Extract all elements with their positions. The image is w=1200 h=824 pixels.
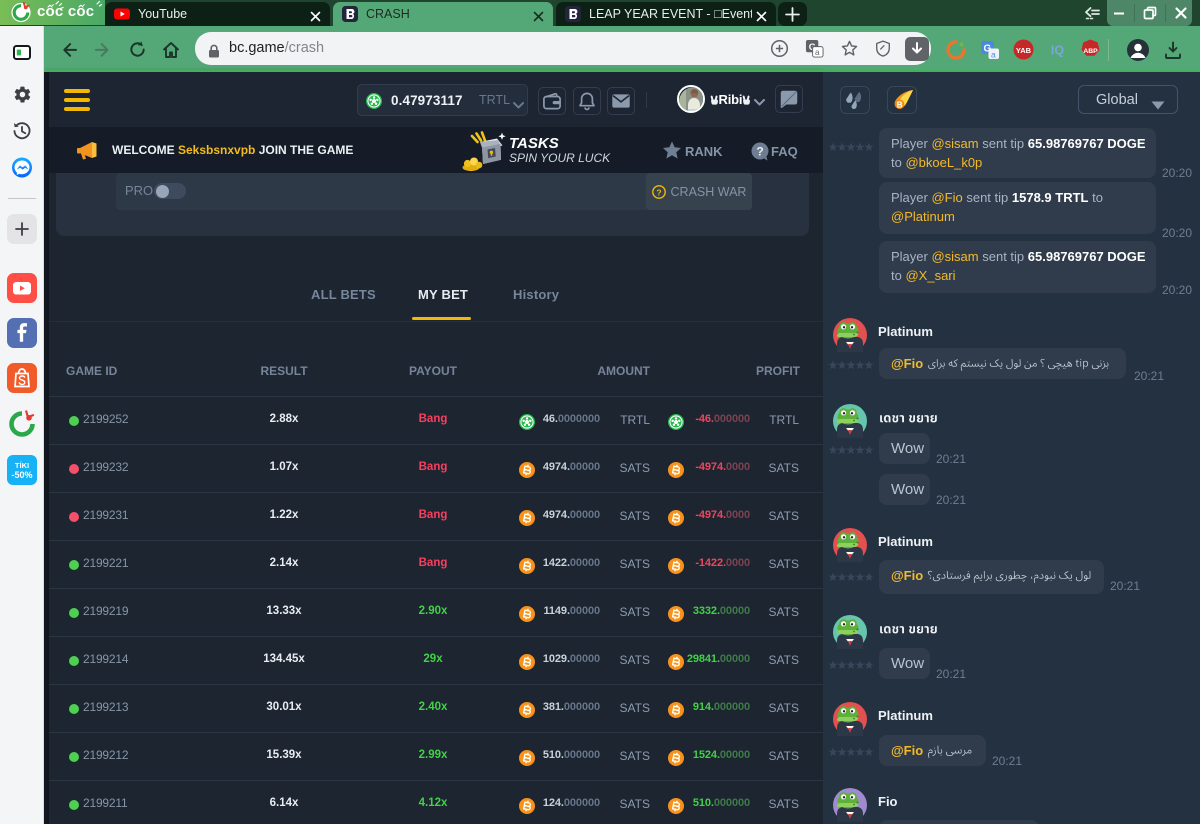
svg-text:YAB: YAB <box>1016 46 1032 55</box>
svg-text:B: B <box>897 100 903 109</box>
svg-text:IQ: IQ <box>1051 44 1064 58</box>
svg-text:-50%: -50% <box>11 470 32 480</box>
svg-text:?: ? <box>656 187 661 197</box>
svg-text:?: ? <box>756 145 763 159</box>
svg-text:ABP: ABP <box>1083 48 1098 55</box>
svg-text:a: a <box>815 48 820 57</box>
svg-text:TÍKI: TÍKI <box>15 461 29 470</box>
svg-text:a: a <box>991 49 996 59</box>
